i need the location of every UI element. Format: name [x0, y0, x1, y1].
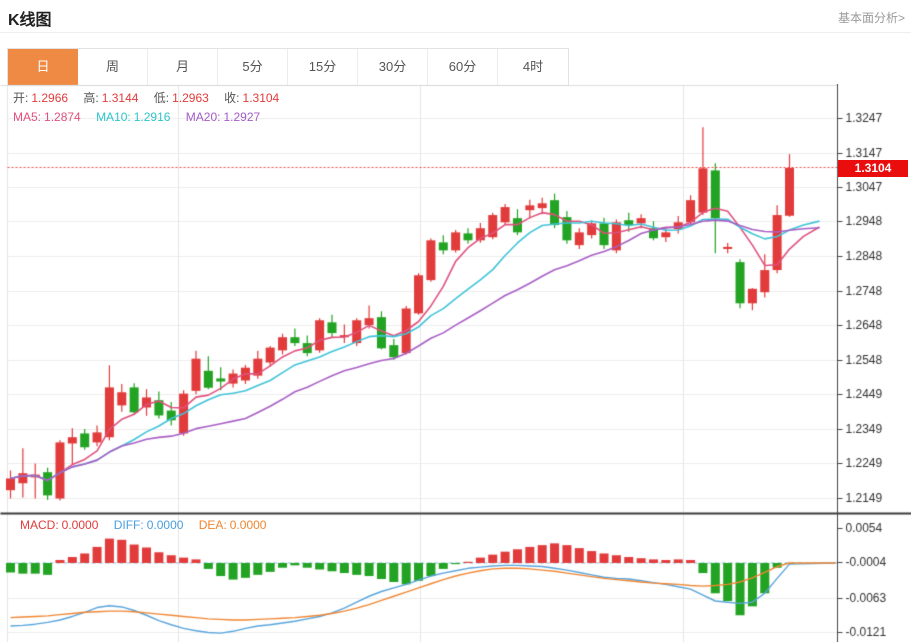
kline-panel: K线图 基本面分析> 日周月5分15分30分60分4时 开:1.2966 高:1… [0, 0, 911, 642]
ohlc-legend: 开:1.2966 高: 1.3144 低:1.2963 收: 1.3104 [13, 89, 282, 106]
tab-4hour[interactable]: 4时 [498, 49, 568, 85]
tab-month[interactable]: 月 [148, 49, 218, 85]
kline-chart-canvas[interactable] [0, 84, 911, 642]
low-value: 1.2963 [172, 91, 209, 105]
tab-30min[interactable]: 30分 [358, 49, 428, 85]
ma20-label: MA20: [186, 110, 221, 124]
low-label: 低: [154, 91, 169, 105]
tab-5min[interactable]: 5分 [218, 49, 288, 85]
high-label: 高: [83, 91, 98, 105]
ma-legend: MA5:1.2874 MA10:1.2916 MA20:1.2927 [13, 110, 263, 124]
close-value: 1.3104 [243, 91, 280, 105]
open-label: 开: [13, 91, 28, 105]
high-value: 1.3144 [102, 91, 139, 105]
ma10-label: MA10: [96, 110, 131, 124]
dea-label: DEA: [199, 518, 227, 532]
diff-value: 0.0000 [147, 518, 184, 532]
tab-60min[interactable]: 60分 [428, 49, 498, 85]
page-title: K线图 [8, 6, 52, 30]
diff-label: DIFF: [114, 518, 144, 532]
tab-day[interactable]: 日 [8, 49, 78, 85]
ma10-value: 1.2916 [134, 110, 171, 124]
ma20-value: 1.2927 [223, 110, 260, 124]
panel-header: K线图 基本面分析> [0, 0, 911, 33]
ma5-value: 1.2874 [44, 110, 81, 124]
ma5-label: MA5: [13, 110, 41, 124]
open-value: 1.2966 [31, 91, 68, 105]
current-price-badge: 1.3104 [838, 160, 908, 177]
tab-week[interactable]: 周 [78, 49, 148, 85]
dea-value: 0.0000 [230, 518, 267, 532]
close-label: 收: [224, 91, 239, 105]
macd-legend: MACD:0.0000 DIFF:0.0000 DEA:0.0000 [20, 518, 269, 532]
timeframe-tabbar: 日周月5分15分30分60分4时 [7, 48, 569, 86]
fundamental-analysis-link[interactable]: 基本面分析> [838, 9, 905, 26]
tab-15min[interactable]: 15分 [288, 49, 358, 85]
macd-value: 0.0000 [62, 518, 99, 532]
macd-label: MACD: [20, 518, 59, 532]
